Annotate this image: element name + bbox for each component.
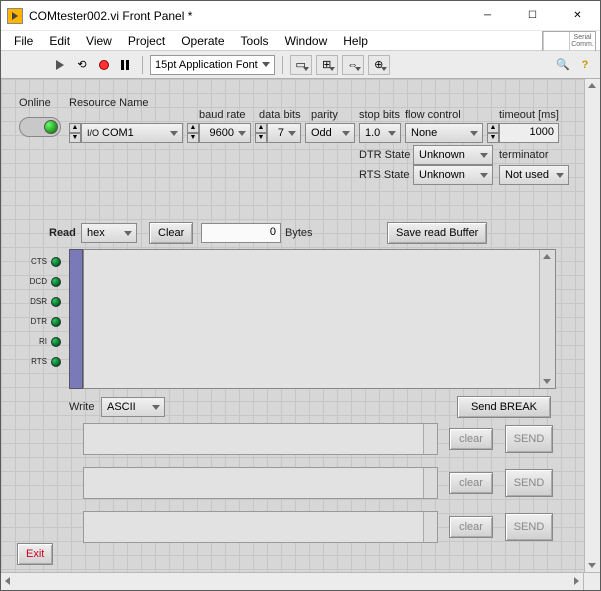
write-buffer-2[interactable]: [83, 467, 438, 499]
maximize-button[interactable]: ☐: [510, 1, 555, 30]
menu-window[interactable]: Window: [278, 33, 335, 49]
exit-button[interactable]: Exit: [17, 543, 53, 565]
resize-button[interactable]: ⇔: [342, 55, 364, 75]
resource-dropdown[interactable]: I/OCOM1: [81, 123, 183, 143]
read-tab[interactable]: [69, 249, 83, 389]
read-scrollbar[interactable]: [539, 250, 555, 388]
read-format-dropdown[interactable]: hex: [81, 223, 137, 243]
led-rts: [51, 357, 61, 367]
databits-spinner[interactable]: ▲▼: [255, 123, 267, 143]
led-dtr: [51, 317, 61, 327]
distribute-button[interactable]: ⊞: [316, 55, 338, 75]
online-switch[interactable]: [19, 117, 61, 137]
run-button[interactable]: [51, 56, 69, 74]
led-cts: [51, 257, 61, 267]
bytes-field: 0: [201, 223, 281, 243]
vertical-scrollbar[interactable]: [584, 79, 600, 572]
minimize-button[interactable]: ─: [465, 1, 510, 30]
bytes-label: Bytes: [285, 227, 313, 239]
clear-write-1[interactable]: clear: [449, 428, 493, 450]
send-3[interactable]: SEND: [505, 513, 553, 541]
flow-label: flow control: [405, 109, 461, 121]
write-scroll-2[interactable]: [423, 468, 437, 498]
online-label: Online: [19, 97, 51, 109]
baud-spinner[interactable]: ▲▼: [187, 123, 199, 143]
send-2[interactable]: SEND: [505, 469, 553, 497]
baud-dropdown[interactable]: 9600: [199, 123, 251, 143]
led-label-ri: RI: [27, 337, 47, 346]
timeout-label: timeout [ms]: [499, 109, 559, 121]
font-selector[interactable]: 15pt Application Font: [150, 55, 275, 75]
stopbits-label: stop bits: [359, 109, 400, 121]
workspace[interactable]: Online Resource Name baud rate data bits…: [1, 79, 600, 572]
led-label-cts: CTS: [27, 257, 47, 266]
rts-label: RTS State: [359, 169, 410, 181]
led-label-dcd: DCD: [27, 277, 47, 286]
send-1[interactable]: SEND: [505, 425, 553, 453]
menu-view[interactable]: View: [79, 33, 119, 49]
menu-help[interactable]: Help: [336, 33, 375, 49]
led-label-dtr: DTR: [27, 317, 47, 326]
app-icon: [7, 8, 23, 24]
front-panel-grid: Online Resource Name baud rate data bits…: [1, 79, 600, 572]
write-scroll-1[interactable]: [423, 424, 437, 454]
led-dsr: [51, 297, 61, 307]
abort-button[interactable]: [95, 56, 113, 74]
parity-label: parity: [311, 109, 338, 121]
run-continuous-button[interactable]: ⟲: [73, 56, 91, 74]
resize-grip[interactable]: [584, 573, 600, 590]
timeout-spinner[interactable]: ▲▼: [487, 123, 499, 143]
write-buffer-3[interactable]: [83, 511, 438, 543]
clear-write-2[interactable]: clear: [449, 472, 493, 494]
databits-dropdown[interactable]: 7: [267, 123, 301, 143]
save-buffer-button[interactable]: Save read Buffer: [387, 222, 487, 244]
window-title: COMtester002.vi Front Panel *: [29, 9, 465, 23]
dtr-label: DTR State: [359, 149, 410, 161]
read-buffer[interactable]: [83, 249, 556, 389]
toolbar: ⟲ 15pt Application Font ▭ ⊞ ⇔ ⊕ 🔍 ?: [1, 51, 600, 79]
write-buffer-1[interactable]: [83, 423, 438, 455]
menu-project[interactable]: Project: [121, 33, 172, 49]
menu-edit[interactable]: Edit: [42, 33, 77, 49]
help-icon[interactable]: ?: [576, 56, 594, 74]
dtr-dropdown[interactable]: Unknown: [413, 145, 493, 165]
resource-spinner[interactable]: ▲▼: [69, 123, 81, 143]
timeout-field[interactable]: 1000: [499, 123, 559, 143]
pause-button[interactable]: [117, 56, 135, 74]
send-break-button[interactable]: Send BREAK: [457, 396, 551, 418]
align-button[interactable]: ▭: [290, 55, 312, 75]
led-label-dsr: DSR: [27, 297, 47, 306]
write-label: Write: [69, 401, 94, 413]
stopbits-dropdown[interactable]: 1.0: [359, 123, 401, 143]
led-label-rts: RTS: [27, 357, 47, 366]
databits-label: data bits: [259, 109, 301, 121]
read-label: Read: [49, 227, 76, 239]
terminator-dropdown[interactable]: Not used: [499, 165, 569, 185]
baud-label: baud rate: [199, 109, 245, 121]
write-format-dropdown[interactable]: ASCII: [101, 397, 165, 417]
horizontal-scrollbar[interactable]: [1, 573, 584, 590]
menu-tools[interactable]: Tools: [234, 33, 276, 49]
parity-dropdown[interactable]: Odd: [305, 123, 355, 143]
led-ri: [51, 337, 61, 347]
led-dcd: [51, 277, 61, 287]
write-scroll-3[interactable]: [423, 512, 437, 542]
clear-write-3[interactable]: clear: [449, 516, 493, 538]
menu-operate[interactable]: Operate: [174, 33, 231, 49]
status-bar: [1, 572, 600, 590]
close-button[interactable]: ✕: [555, 1, 600, 30]
search-icon[interactable]: 🔍: [554, 56, 572, 74]
reorder-button[interactable]: ⊕: [368, 55, 390, 75]
rts-dropdown[interactable]: Unknown: [413, 165, 493, 185]
flow-dropdown[interactable]: None: [405, 123, 483, 143]
menu-bar: File Edit View Project Operate Tools Win…: [1, 31, 600, 51]
menu-file[interactable]: File: [7, 33, 40, 49]
title-bar: COMtester002.vi Front Panel * ─ ☐ ✕: [1, 1, 600, 31]
clear-read-button[interactable]: Clear: [149, 222, 193, 244]
terminator-label: terminator: [499, 149, 549, 161]
resource-label: Resource Name: [69, 97, 148, 109]
